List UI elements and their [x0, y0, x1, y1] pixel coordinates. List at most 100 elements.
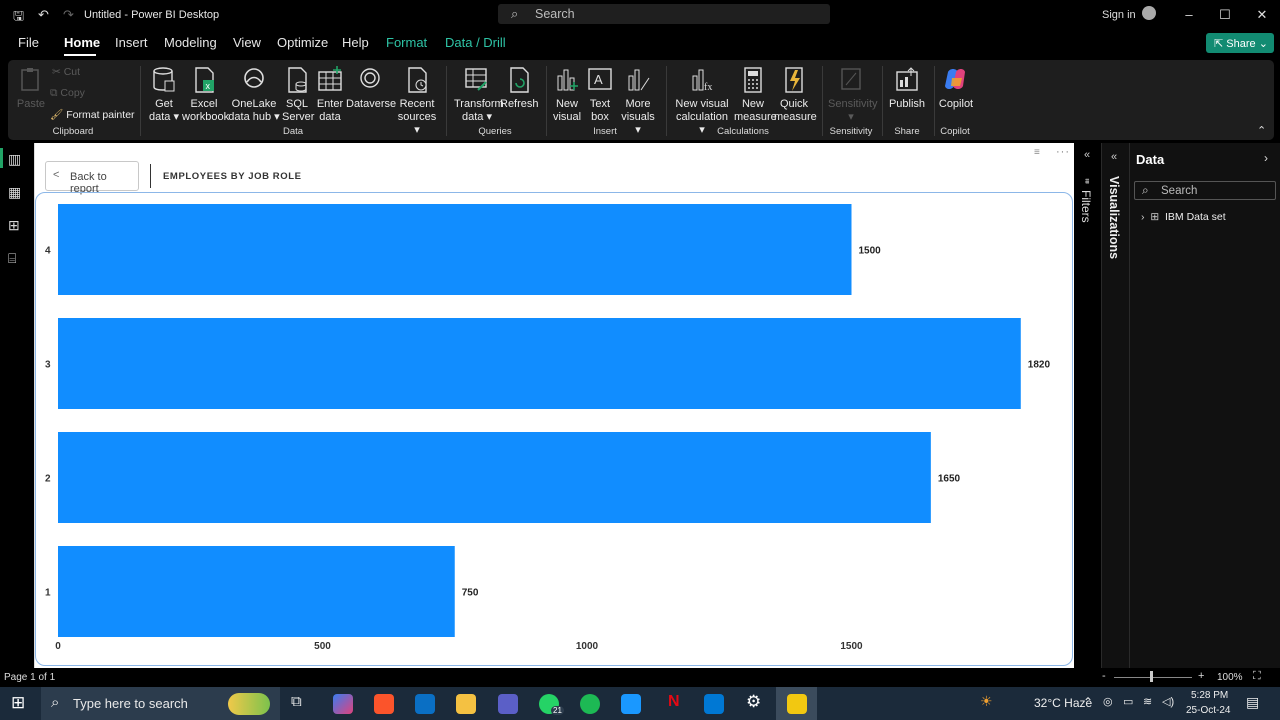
menu-modeling[interactable]: Modeling	[164, 35, 217, 50]
expand-left-icon[interactable]: «	[1084, 149, 1090, 161]
new-measure-button[interactable]: New measure	[734, 66, 777, 124]
report-view-icon[interactable]: ▥	[8, 151, 21, 168]
text-box-button[interactable]: A Text box	[586, 66, 614, 124]
more-options-icon[interactable]: ···	[1056, 146, 1070, 158]
recent-sources-button[interactable]: Recent sources ▾	[396, 66, 438, 137]
bar-2[interactable]	[58, 432, 931, 523]
visualizations-label[interactable]: Visualizations	[1107, 176, 1121, 259]
copilot-button[interactable]: Copilot	[938, 66, 974, 111]
get-data-label-2: data ▾	[149, 111, 179, 123]
maximize-icon[interactable]: ☐	[1215, 7, 1235, 23]
menu-home[interactable]: Home	[64, 35, 100, 50]
zoom-out-icon[interactable]: -	[1102, 670, 1106, 682]
copy-button[interactable]: ⧉ Copy	[50, 87, 85, 100]
battery-icon[interactable]: ▭	[1123, 695, 1133, 708]
get-data-button[interactable]: Get data ▾	[146, 66, 182, 124]
back-to-report-button[interactable]: < Back to report	[45, 161, 139, 195]
sensitivity-label: Sensitivity	[828, 98, 878, 110]
data-label: 1820	[1028, 360, 1051, 371]
search-highlight-icon[interactable]	[228, 693, 270, 715]
menu-insert[interactable]: Insert	[115, 35, 148, 50]
cut-label: Cut	[63, 66, 81, 78]
collapse-right-icon[interactable]: ›	[1264, 151, 1268, 165]
excel-workbook-button[interactable]: x Excel workbook	[182, 66, 229, 124]
sql-server-button[interactable]: SQL Server	[282, 66, 314, 124]
more-visuals-icon	[628, 69, 650, 91]
outlook-icon[interactable]	[415, 694, 435, 714]
menu-help[interactable]: Help	[342, 35, 369, 50]
dataset-tree-item[interactable]: › ⊞ IBM Data set	[1141, 211, 1226, 223]
data-search-input[interactable]: ⌕ Search	[1134, 181, 1276, 200]
refresh-button[interactable]: Refresh	[500, 66, 539, 111]
publish-button[interactable]: Publish	[888, 66, 926, 111]
active-view-indicator	[0, 148, 3, 168]
volume-icon[interactable]: ◁)	[1162, 695, 1174, 708]
zoom-slider[interactable]	[1114, 677, 1192, 678]
netflix-icon[interactable]: N	[668, 693, 680, 711]
meet-now-icon[interactable]: ◎	[1103, 695, 1113, 708]
share-button[interactable]: ⇱ Share ⌄	[1206, 33, 1274, 53]
minimize-icon[interactable]: –	[1179, 7, 1199, 22]
teams-icon[interactable]	[498, 694, 518, 714]
visual-filter-icon[interactable]: ≡	[1034, 147, 1040, 158]
dax-query-view-icon[interactable]: ⌸	[8, 250, 16, 267]
task-view-icon[interactable]: ⧉	[291, 693, 302, 710]
bar-3[interactable]	[58, 318, 1021, 409]
new-visual-button[interactable]: New visual	[552, 66, 582, 124]
fit-to-page-icon[interactable]: ⛶	[1253, 670, 1261, 683]
transform-data-button[interactable]: Transform data ▾	[454, 66, 504, 124]
prime-video-icon[interactable]	[621, 694, 641, 714]
filters-label[interactable]: Filters	[1079, 190, 1093, 223]
brave-browser-icon[interactable]	[374, 694, 394, 714]
enter-data-button[interactable]: Enter data	[314, 66, 346, 124]
menu-data-drill[interactable]: Data / Drill	[445, 35, 506, 50]
bar-chart[interactable]: 4 1500 3 1820 2 1650 1 750 0 500 1000 1500	[35, 192, 1071, 664]
group-insert: Insert	[593, 126, 617, 137]
zoom-in-icon[interactable]: +	[1198, 670, 1204, 682]
redo-icon[interactable]: ↷	[63, 7, 74, 23]
table-view-icon[interactable]: ▦	[8, 184, 21, 201]
zoom-slider-thumb[interactable]	[1150, 671, 1153, 682]
paste-button[interactable]: Paste	[16, 66, 46, 111]
chevron-right-icon[interactable]: ›	[1141, 211, 1147, 223]
menu-file[interactable]: File	[18, 35, 39, 50]
quick-measure-label-2: measure	[774, 111, 817, 123]
bar-1[interactable]	[58, 546, 455, 637]
menu-optimize[interactable]: Optimize	[277, 35, 328, 50]
notifications-icon[interactable]: ▤	[1246, 694, 1259, 711]
menu-view[interactable]: View	[233, 35, 261, 50]
model-view-icon[interactable]: ⊞	[8, 217, 20, 234]
spotify-icon[interactable]	[580, 694, 600, 714]
avatar[interactable]	[1142, 6, 1156, 20]
view-rail: ▥ ▦ ⊞ ⌸	[0, 143, 34, 668]
wifi-icon[interactable]: ≋	[1143, 695, 1152, 708]
group-calculations: Calculations	[717, 126, 769, 137]
title-search-box[interactable]: ⌕ Search	[498, 4, 830, 24]
windows-start-icon[interactable]: ⊞	[11, 693, 25, 713]
transform-label-2: data ▾	[462, 111, 492, 123]
sign-in-link[interactable]: Sign in	[1102, 9, 1136, 21]
undo-icon[interactable]: ↶	[38, 7, 49, 23]
file-explorer-icon[interactable]	[456, 694, 476, 714]
show-hidden-icons-icon[interactable]: ⌃	[1083, 695, 1093, 709]
settings-gear-icon[interactable]: ⚙	[746, 692, 761, 712]
dataverse-button[interactable]: Dataverse	[346, 66, 396, 111]
vscode-icon[interactable]	[704, 694, 724, 714]
save-icon[interactable]: 🖫	[13, 7, 24, 29]
menu-format[interactable]: Format	[386, 35, 427, 50]
copilot-app-icon[interactable]	[333, 694, 353, 714]
close-icon[interactable]: ✕	[1252, 7, 1272, 23]
zoom-level[interactable]: 100%	[1217, 672, 1243, 683]
cut-button[interactable]: ✂ Cut	[52, 66, 80, 78]
quick-measure-button[interactable]: Quick measure	[774, 66, 817, 124]
clock-date[interactable]: 25-Oct-24	[1186, 705, 1230, 716]
sensitivity-button[interactable]: Sensitivity ▾	[828, 66, 878, 124]
collapse-ribbon-icon[interactable]: ⌃	[1257, 124, 1266, 137]
format-painter-button[interactable]: 🖌 Format painter	[50, 108, 135, 121]
power-bi-icon[interactable]	[787, 694, 807, 714]
expand-left-icon[interactable]: «	[1111, 151, 1117, 163]
onelake-data-hub-button[interactable]: OneLake data hub ▾	[228, 66, 280, 124]
clock-time[interactable]: 5:28 PM	[1191, 690, 1228, 701]
enter-data-label: Enter	[316, 98, 344, 110]
bar-4[interactable]	[58, 204, 852, 295]
